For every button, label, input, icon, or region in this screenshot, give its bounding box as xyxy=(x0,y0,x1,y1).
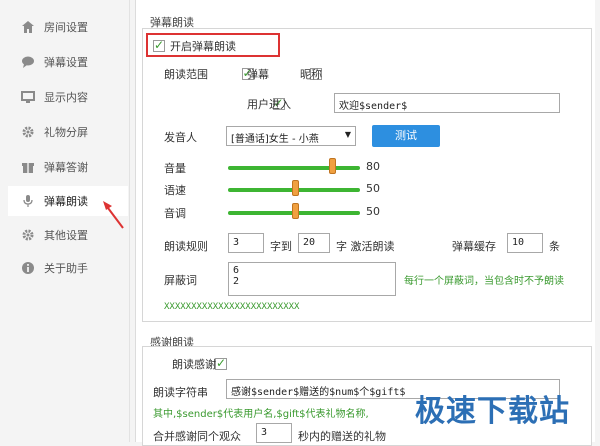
pitch-slider-thumb[interactable] xyxy=(292,203,299,219)
range-nickname-label: 昵称 xyxy=(300,68,322,81)
speaker-select[interactable]: [普通话]女生 - 小燕 ▼ xyxy=(226,126,356,146)
sidebar-item-label: 关于助手 xyxy=(44,262,88,275)
block-words-hint: 每行一个屏蔽词，当包含时不予朗读 xyxy=(404,276,564,287)
sidebar-item-label: 房间设置 xyxy=(44,21,88,34)
chat-bubble-icon xyxy=(20,54,36,70)
enable-danmu-read-label: 开启弹幕朗读 xyxy=(170,40,236,53)
read-string-label: 朗读字符串 xyxy=(153,386,208,399)
home-icon xyxy=(20,19,36,35)
sidebar-item-label: 显示内容 xyxy=(44,91,88,104)
sidebar-item-display-content[interactable]: 显示内容 xyxy=(8,82,128,112)
volume-slider-thumb[interactable] xyxy=(329,158,337,174)
gear-icon xyxy=(20,227,36,243)
gear-icon xyxy=(20,124,36,140)
pitch-value: 50 xyxy=(366,205,380,218)
volume-value: 80 xyxy=(366,160,380,173)
placeholder-x-line: XXXXXXXXXXXXXXXXXXXXXXXXX xyxy=(164,302,300,312)
block-word-line: 2 xyxy=(233,276,240,287)
speed-label: 语速 xyxy=(164,184,186,197)
cache-input[interactable]: 10 xyxy=(507,233,543,253)
volume-slider-track[interactable] xyxy=(228,166,360,170)
sidebar-item-danmu-settings[interactable]: 弹幕设置 xyxy=(8,47,128,77)
user-enter-label: 用户进入 xyxy=(247,98,291,111)
cache-label: 弹幕缓存 xyxy=(452,240,496,253)
speaker-label: 发音人 xyxy=(164,131,197,144)
watermark-logo: 极速下载站 xyxy=(415,394,570,429)
caret-down-icon: ▼ xyxy=(344,130,351,139)
content-panel: 弹幕朗读 开启弹幕朗读 朗读范围 弹幕 昵称 用户进入 欢迎$sender$ 发… xyxy=(135,0,595,446)
user-enter-input[interactable]: 欢迎$sender$ xyxy=(334,93,560,113)
rule-max-chars-input[interactable]: 20 xyxy=(298,233,330,253)
sidebar-item-label: 礼物分屏 xyxy=(44,126,88,139)
microphone-icon xyxy=(20,193,36,209)
block-words-textarea[interactable]: 6 2 xyxy=(228,262,396,296)
range-danmu-label: 弹幕 xyxy=(247,68,269,81)
sidebar-item-about[interactable]: 关于助手 xyxy=(8,253,128,283)
cache-unit-label: 条 xyxy=(549,240,560,253)
monitor-icon xyxy=(20,89,36,105)
sidebar-item-label: 弹幕设置 xyxy=(44,56,88,69)
sidebar-item-gift-split[interactable]: 礼物分屏 xyxy=(8,117,128,147)
read-string-note: 其中,$sender$代表用户名,$gift$代表礼物名称, xyxy=(153,409,369,420)
speed-slider-thumb[interactable] xyxy=(292,180,299,196)
annotation-arrow-icon xyxy=(103,201,124,229)
enable-danmu-read-checkbox[interactable] xyxy=(153,38,165,52)
rule-min-chars-input[interactable]: 3 xyxy=(228,233,264,253)
block-word-line: 6 xyxy=(233,265,240,276)
sidebar-item-label: 其他设置 xyxy=(44,229,88,242)
test-button[interactable]: 测试 xyxy=(372,125,440,147)
sidebar-item-danmu-thanks[interactable]: 弹幕答谢 xyxy=(8,152,128,182)
volume-label: 音量 xyxy=(164,162,186,175)
read-range-label: 朗读范围 xyxy=(164,68,208,81)
speaker-select-value: [普通话]女生 - 小燕 xyxy=(231,134,319,145)
pitch-label: 音调 xyxy=(164,207,186,220)
read-thanks-checkbox[interactable] xyxy=(215,356,227,370)
speed-value: 50 xyxy=(366,182,380,195)
info-icon xyxy=(20,260,36,276)
gift-icon xyxy=(20,159,36,175)
read-thanks-label: 朗读感谢 xyxy=(172,358,216,371)
rule-to-label: 字到 xyxy=(270,240,292,253)
read-rule-label: 朗读规则 xyxy=(164,240,208,253)
sidebar-item-label: 弹幕答谢 xyxy=(44,161,88,174)
rule-suffix-label: 字 激活朗读 xyxy=(336,240,395,253)
block-words-label: 屏蔽词 xyxy=(164,274,197,287)
sidebar-item-room-settings[interactable]: 房间设置 xyxy=(8,12,128,42)
sidebar-item-label: 弹幕朗读 xyxy=(44,195,88,208)
merge-seconds-input[interactable]: 3 xyxy=(256,423,292,443)
